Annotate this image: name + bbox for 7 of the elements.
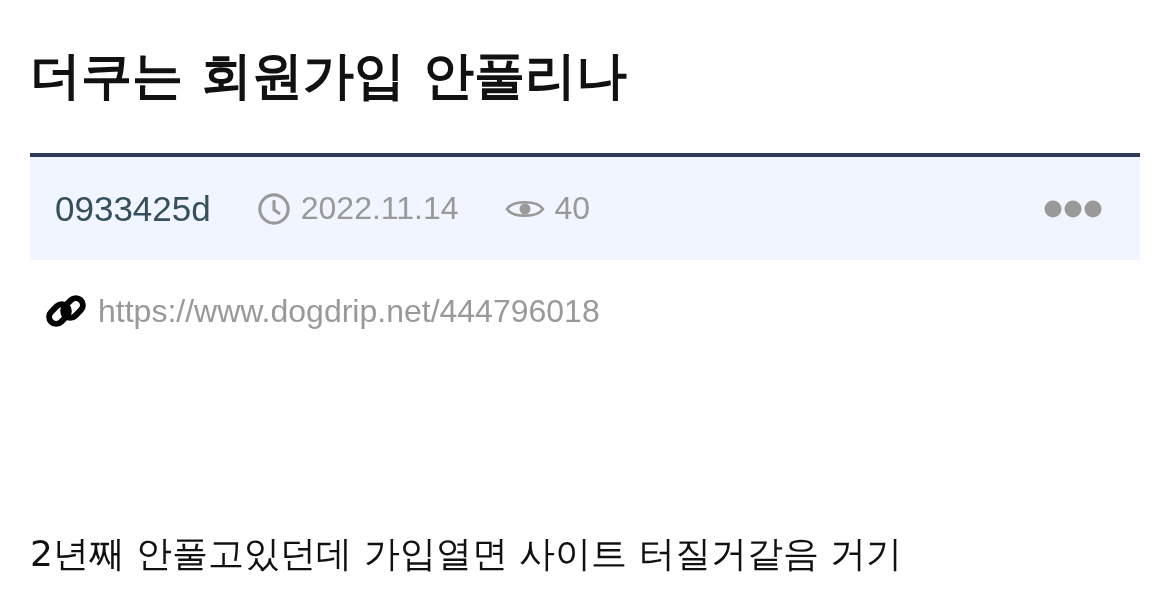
author-name[interactable]: 0933425d xyxy=(55,188,211,229)
post-body-text: 2년째 안풀고있던데 가입열면 사이트 터질거같음 거기 xyxy=(30,532,904,576)
clock-icon xyxy=(256,191,291,226)
post-title: 더쿠는 회원가입 안풀리나 xyxy=(30,46,628,106)
more-dots-icon xyxy=(1044,199,1102,218)
post-date: 2022.11.14 xyxy=(300,190,459,227)
view-count: 40 xyxy=(554,190,591,227)
